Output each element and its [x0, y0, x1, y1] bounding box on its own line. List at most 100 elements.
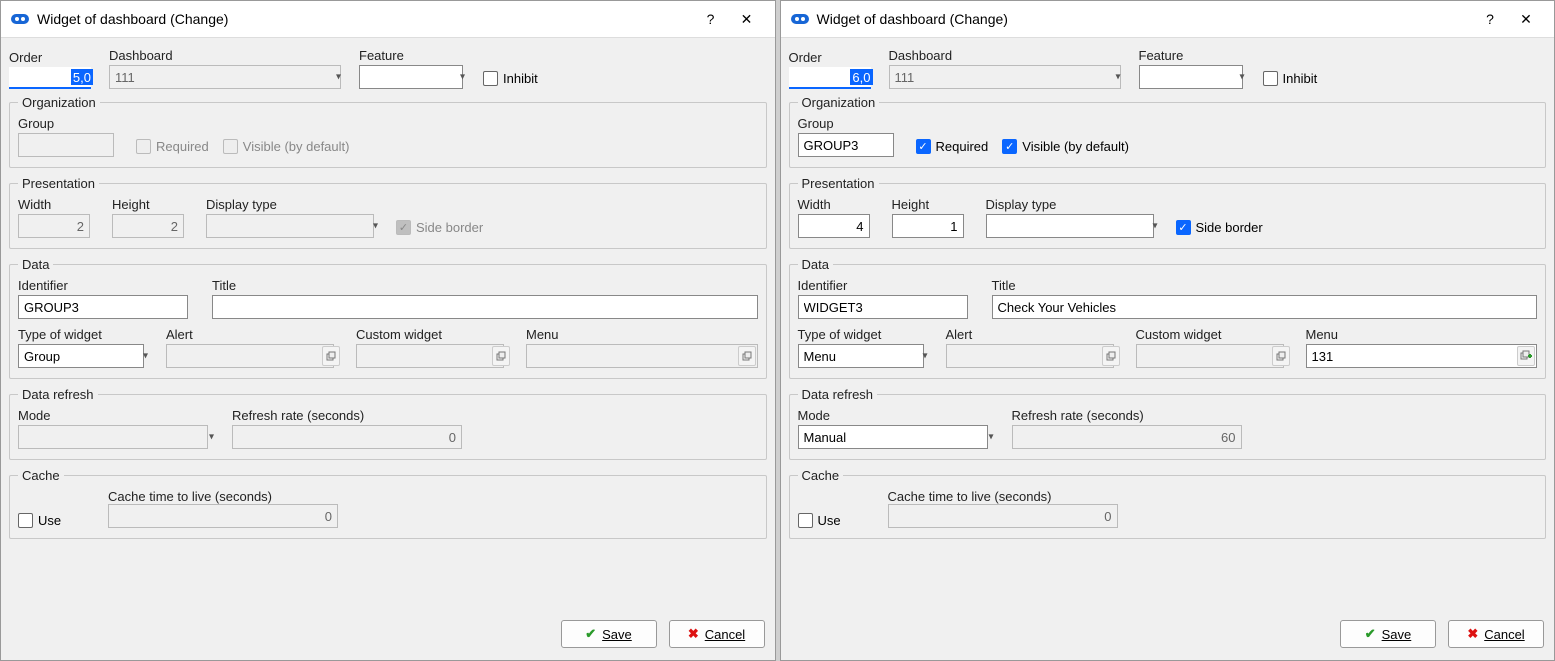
lookup-icon[interactable]	[322, 346, 340, 366]
sideborder-label: Side border	[416, 220, 483, 235]
ttl-input[interactable]	[888, 504, 1118, 528]
mode-select[interactable]	[18, 425, 208, 449]
check-icon: ✔	[1365, 626, 1376, 642]
required-checkbox[interactable]: Required	[136, 139, 209, 154]
visible-checkbox[interactable]: ✓ Visible (by default)	[1002, 139, 1129, 154]
width-input[interactable]	[798, 214, 870, 238]
rate-input[interactable]	[232, 425, 462, 449]
sideborder-label: Side border	[1196, 220, 1263, 235]
feature-select[interactable]	[1139, 65, 1243, 89]
feature-select[interactable]	[359, 65, 463, 89]
lookup-icon[interactable]	[738, 346, 756, 366]
custom-lookup[interactable]	[1136, 344, 1284, 368]
height-label: Height	[892, 197, 972, 212]
lookup-icon[interactable]	[1102, 346, 1120, 366]
width-label: Width	[798, 197, 878, 212]
inhibit-checkbox[interactable]: Inhibit	[483, 71, 538, 86]
refresh-group: Data refresh Mode ▾ Refresh rate (second…	[9, 387, 767, 460]
window-title: Widget of dashboard (Change)	[817, 11, 1473, 27]
app-icon	[791, 12, 809, 26]
sideborder-checkbox[interactable]: ✓ Side border	[396, 220, 483, 235]
menu-lookup[interactable]	[1306, 344, 1538, 368]
lookup-icon[interactable]	[492, 346, 510, 366]
data-group: Data Identifier Title Type of widget ▾ A…	[789, 257, 1547, 379]
dashboard-select[interactable]	[889, 65, 1121, 89]
ttl-label: Cache time to live (seconds)	[888, 489, 1052, 504]
save-button[interactable]: ✔ Save	[561, 620, 657, 648]
organization-group: Organization Group ✓ Required ✓ Visible …	[789, 95, 1547, 168]
close-button[interactable]: ✕	[729, 7, 765, 31]
sideborder-checkbox[interactable]: ✓ Side border	[1176, 220, 1263, 235]
save-label: Save	[602, 627, 632, 642]
help-button[interactable]: ?	[693, 7, 729, 31]
x-icon: ✖	[1467, 626, 1478, 642]
type-label: Type of widget	[18, 327, 152, 342]
titlebar: Widget of dashboard (Change) ? ✕	[1, 1, 775, 38]
alert-label: Alert	[166, 327, 342, 342]
required-label: Required	[936, 139, 989, 154]
checkbox-icon	[1263, 71, 1278, 86]
group-input[interactable]	[18, 133, 114, 157]
organization-legend: Organization	[798, 95, 880, 110]
identifier-input[interactable]	[798, 295, 968, 319]
save-label: Save	[1382, 627, 1412, 642]
width-label: Width	[18, 197, 98, 212]
cancel-label: Cancel	[1484, 627, 1524, 642]
group-input[interactable]	[798, 133, 894, 157]
group-label: Group	[18, 116, 122, 131]
order-label: Order	[9, 50, 95, 65]
help-button[interactable]: ?	[1472, 7, 1508, 31]
feature-label: Feature	[359, 48, 469, 63]
ttl-label: Cache time to live (seconds)	[108, 489, 272, 504]
required-checkbox[interactable]: ✓ Required	[916, 139, 989, 154]
title-label: Title	[992, 278, 1538, 293]
window-title: Widget of dashboard (Change)	[37, 11, 693, 27]
inhibit-label: Inhibit	[503, 71, 538, 86]
app-icon	[11, 12, 29, 26]
cancel-label: Cancel	[705, 627, 745, 642]
title-input[interactable]	[212, 295, 758, 319]
inhibit-checkbox[interactable]: Inhibit	[1263, 71, 1318, 86]
order-label: Order	[789, 50, 875, 65]
height-input[interactable]	[892, 214, 964, 238]
rate-input[interactable]	[1012, 425, 1242, 449]
title-input[interactable]	[992, 295, 1538, 319]
lookup-add-icon[interactable]	[1517, 346, 1535, 366]
mode-select[interactable]	[798, 425, 988, 449]
alert-lookup[interactable]	[166, 344, 334, 368]
order-input[interactable]	[9, 67, 91, 89]
display-type-select[interactable]	[986, 214, 1154, 238]
cancel-button[interactable]: ✖ Cancel	[1448, 620, 1544, 648]
save-button[interactable]: ✔ Save	[1340, 620, 1436, 648]
presentation-group: Presentation Width Height Display type ▾…	[789, 176, 1547, 249]
alert-lookup[interactable]	[946, 344, 1114, 368]
dialog-window: Widget of dashboard (Change) ? ✕ Order 5…	[0, 0, 776, 661]
lookup-icon[interactable]	[1272, 346, 1290, 366]
check-icon: ✔	[585, 626, 596, 642]
visible-label: Visible (by default)	[243, 139, 350, 154]
display-type-select[interactable]	[206, 214, 374, 238]
height-input[interactable]	[112, 214, 184, 238]
close-button[interactable]: ✕	[1508, 7, 1544, 31]
menu-label: Menu	[526, 327, 758, 342]
cache-legend: Cache	[18, 468, 64, 483]
use-label: Use	[38, 513, 61, 528]
ttl-input[interactable]	[108, 504, 338, 528]
dashboard-label: Dashboard	[889, 48, 1125, 63]
custom-lookup[interactable]	[356, 344, 504, 368]
display-type-label: Display type	[206, 197, 382, 212]
height-label: Height	[112, 197, 192, 212]
type-select[interactable]	[18, 344, 144, 368]
order-input[interactable]	[789, 67, 871, 89]
data-group: Data Identifier Title Type of widget ▾ A…	[9, 257, 767, 379]
use-checkbox[interactable]: Use	[18, 513, 94, 528]
dashboard-select[interactable]	[109, 65, 341, 89]
menu-lookup[interactable]	[526, 344, 758, 368]
type-select[interactable]	[798, 344, 924, 368]
custom-label: Custom widget	[1136, 327, 1292, 342]
use-checkbox[interactable]: Use	[798, 513, 874, 528]
width-input[interactable]	[18, 214, 90, 238]
visible-checkbox[interactable]: Visible (by default)	[223, 139, 350, 154]
cancel-button[interactable]: ✖ Cancel	[669, 620, 765, 648]
identifier-input[interactable]	[18, 295, 188, 319]
